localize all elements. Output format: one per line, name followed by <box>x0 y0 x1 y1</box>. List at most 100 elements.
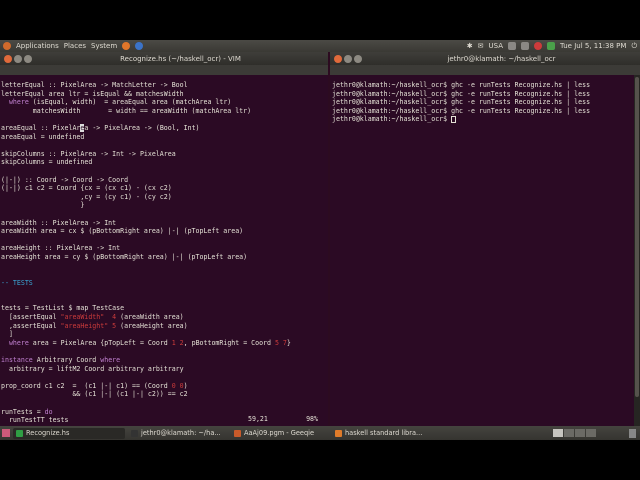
code-line[interactable]: where (isEqual, width) = areaEqual area … <box>1 98 328 107</box>
code-line[interactable] <box>1 287 328 296</box>
code-line[interactable]: tests = TestList $ map TestCase <box>1 304 328 313</box>
code-line[interactable]: areaEqual = undefined <box>1 133 328 142</box>
code-line[interactable]: areaEqual :: PixelArea -> PixelArea -> (… <box>1 123 328 133</box>
code-token: where <box>8 98 29 107</box>
code-line[interactable]: areaWidth area = cx $ (pBottomRight area… <box>1 227 328 236</box>
code-line[interactable]: arbitrary = liftM2 Coord arbitrary arbit… <box>1 365 328 374</box>
help-launcher-icon[interactable] <box>135 42 144 50</box>
workspace-1[interactable] <box>553 429 563 437</box>
taskbar-button[interactable]: Recognize.hs <box>13 427 125 439</box>
code-line[interactable] <box>1 347 328 356</box>
taskbar-button[interactable]: haskell standard libra... <box>332 428 464 439</box>
code-token: "areaWidth" <box>60 313 105 322</box>
code-line[interactable] <box>1 399 328 408</box>
taskbar-label: AaAj09.pgm - Geeqie <box>244 429 315 437</box>
maximize-icon[interactable] <box>24 54 32 63</box>
code-token: , pBottomRight = Coord <box>183 338 275 347</box>
network-icon[interactable] <box>508 42 517 50</box>
code-line[interactable] <box>1 270 328 279</box>
code-line[interactable] <box>1 210 328 219</box>
code-line[interactable]: } <box>1 201 328 210</box>
power-icon[interactable]: ⏻ <box>631 42 637 51</box>
code-line[interactable]: matchesWidth = width == areaWidth (match… <box>1 107 328 116</box>
code-line[interactable]: skipColumns :: PixelArea -> Int -> Pixel… <box>1 150 328 159</box>
battery-icon[interactable] <box>547 42 556 50</box>
code-line[interactable]: && (c1 |-| (c1 |-| c2)) == c2 <box>1 390 328 399</box>
system-menu[interactable]: System <box>91 42 117 50</box>
terminal-output[interactable]: jethr0@klamath:~/haskell_ocr$ ghc -e run… <box>330 75 640 426</box>
code-line[interactable]: (|-|) :: Coord -> Coord -> Coord <box>1 176 328 185</box>
code-line[interactable]: (|-|) c1 c2 = Coord {cx = (cx c1) - (cx … <box>1 184 328 193</box>
firefox-launcher-icon[interactable] <box>122 42 131 50</box>
code-line[interactable] <box>1 115 328 124</box>
trash-icon[interactable] <box>629 428 636 438</box>
close-icon[interactable] <box>334 54 342 63</box>
code-token: a -> PixelArea -> (Bool, Int) <box>84 123 200 132</box>
code-token: tests = TestList $ map TestCase <box>1 304 125 313</box>
show-desktop-icon[interactable] <box>2 429 10 437</box>
app-icon <box>131 429 138 437</box>
code-line[interactable]: letterEqual :: PixelArea -> MatchLetter … <box>1 81 328 90</box>
update-icon[interactable] <box>534 42 543 50</box>
code-line[interactable]: ] <box>1 330 328 339</box>
maximize-icon[interactable] <box>354 54 362 63</box>
workspace-4[interactable] <box>586 429 596 437</box>
top-panel: Applications Places System ✱ ✉ USA Tue J… <box>0 40 640 52</box>
clock[interactable]: Tue Jul 5, 11:38 PM <box>560 42 626 50</box>
minimize-icon[interactable] <box>344 54 352 63</box>
code-token: "areaHeight" <box>60 321 109 330</box>
code-line[interactable] <box>1 296 328 305</box>
code-line[interactable]: instance Arbitrary Coord where <box>1 356 328 365</box>
keyboard-indicator[interactable]: USA <box>489 42 504 50</box>
vim-titlebar[interactable]: Recognize.hs (~/haskell_ocr) - VIM <box>0 52 328 65</box>
code-line[interactable]: areaHeight :: PixelArea -> Int <box>1 244 328 253</box>
terminal-titlebar[interactable]: jethr0@klamath: ~/haskell_ocr <box>330 52 640 65</box>
code-line[interactable]: where area = PixelArea {pTopLeft = Coord… <box>1 339 328 348</box>
ubuntu-logo-icon[interactable] <box>3 42 11 50</box>
vim-statusline: 59,21 98% <box>0 415 328 424</box>
mail-icon[interactable]: ✉ <box>478 42 484 50</box>
terminal-prompt-line[interactable]: jethr0@klamath:~/haskell_ocr$ <box>332 115 640 124</box>
code-line[interactable] <box>1 141 328 150</box>
terminal-scrollbar[interactable] <box>634 75 640 426</box>
code-token: where <box>100 356 121 364</box>
bluetooth-icon[interactable]: ✱ <box>467 42 473 50</box>
code-line[interactable]: skipColumns = undefined <box>1 158 328 167</box>
code-line[interactable]: letterEqual area ltr = isEqual && matche… <box>1 90 328 99</box>
code-line[interactable]: ,cy = (cy c1) - (cy c2) <box>1 193 328 202</box>
volume-icon[interactable] <box>521 42 530 50</box>
code-line[interactable]: ,assertEqual "areaHeight" 5 (areaHeight … <box>1 322 328 331</box>
taskbar-button[interactable]: AaAj09.pgm - Geeqie <box>231 428 329 439</box>
code-line[interactable]: areaWidth :: PixelArea -> Int <box>1 219 328 228</box>
terminal-line: jethr0@klamath:~/haskell_ocr$ ghc -e run… <box>332 98 591 107</box>
vim-window[interactable]: Recognize.hs (~/haskell_ocr) - VIM lette… <box>0 52 328 426</box>
vim-editor[interactable]: letterEqual :: PixelArea -> MatchLetter … <box>0 75 328 426</box>
workspace-2[interactable] <box>564 429 574 437</box>
vim-menubar <box>0 65 328 75</box>
code-line[interactable]: areaHeight area = cy $ (pBottomRight are… <box>1 253 328 262</box>
taskbar-button[interactable]: jethr0@klamath: ~/ha... <box>128 428 228 439</box>
code-line[interactable] <box>1 236 328 245</box>
minimize-icon[interactable] <box>14 54 22 63</box>
workspace-3[interactable] <box>575 429 585 437</box>
vim-window-title: Recognize.hs (~/haskell_ocr) - VIM <box>120 54 241 63</box>
app-icon <box>234 429 241 437</box>
close-icon[interactable] <box>4 54 12 63</box>
terminal-line: jethr0@klamath:~/haskell_ocr$ ghc -e run… <box>332 89 591 98</box>
code-line[interactable]: [assertEqual "areaWidth" 4 (areaWidth ar… <box>1 313 328 322</box>
terminal-window[interactable]: jethr0@klamath: ~/haskell_ocr jethr0@kla… <box>330 52 640 426</box>
code-token: (|-|) :: Coord -> Coord -> Coord <box>1 175 129 184</box>
code-line[interactable] <box>1 373 328 382</box>
applications-menu[interactable]: Applications <box>16 42 59 50</box>
terminal-menubar <box>330 65 640 75</box>
code-line[interactable] <box>1 167 328 176</box>
scroll-percent: 98% <box>306 415 318 423</box>
code-line[interactable] <box>1 261 328 270</box>
places-menu[interactable]: Places <box>64 42 86 50</box>
code-token: ] <box>1 330 13 339</box>
code-line[interactable]: -- TESTS <box>1 279 328 288</box>
workspace-switcher[interactable] <box>553 429 626 437</box>
code-line[interactable]: prop_coord c1 c2 = (c1 |-| c1) == (Coord… <box>1 382 328 391</box>
